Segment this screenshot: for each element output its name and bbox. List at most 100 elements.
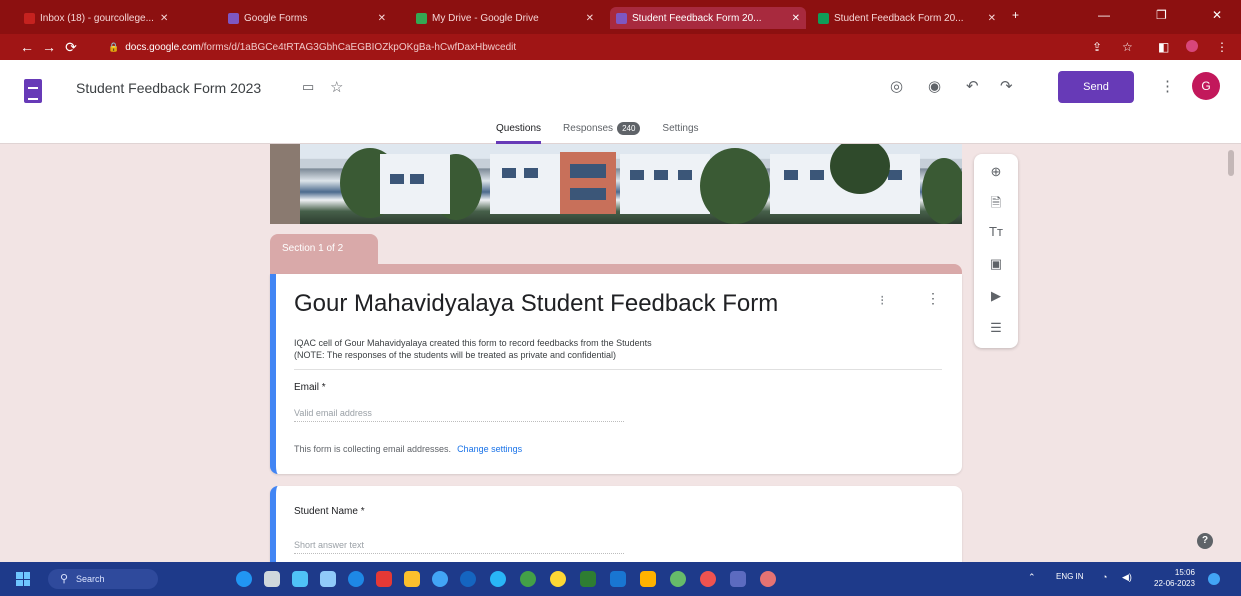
scrollbar-thumb[interactable]	[1228, 150, 1234, 176]
collecting-email-note: This form is collecting email addresses.…	[294, 444, 523, 454]
student-name-field[interactable]: Short answer text	[294, 540, 624, 554]
forward-arrow-icon[interactable]: →	[38, 39, 60, 55]
card-menu-icon[interactable]: ⋮	[926, 290, 940, 307]
close-icon[interactable]: ✕	[378, 13, 386, 24]
student-name-question-label: Student Name *	[294, 506, 365, 517]
drag-handle-icon[interactable]: ⁝	[880, 292, 884, 309]
send-button[interactable]: Send	[1058, 71, 1134, 103]
help-icon[interactable]: ?	[1197, 533, 1213, 549]
drive-icon	[416, 12, 427, 24]
back-arrow-icon[interactable]: ←	[16, 39, 38, 55]
file-explorer-icon[interactable]	[404, 571, 420, 587]
close-icon[interactable]: ✕	[988, 13, 996, 24]
widgets-icon[interactable]	[236, 571, 252, 587]
browser-tab-bar: Inbox (18) - gourcollege... ✕ Google For…	[0, 0, 1241, 34]
add-section-icon[interactable]: ☰	[974, 320, 1018, 336]
maximize-button[interactable]: ❐	[1156, 8, 1167, 22]
import-questions-icon[interactable]: 🗎	[974, 194, 1018, 216]
photos-icon[interactable]	[730, 571, 746, 587]
star-icon[interactable]: ☆	[330, 78, 343, 96]
bookmark-star-icon[interactable]: ☆	[1122, 40, 1133, 54]
question-card-student-name[interactable]: Student Name * Short answer text	[270, 486, 962, 562]
responses-count-badge: 240	[617, 122, 641, 135]
settings-app-icon[interactable]	[320, 571, 336, 587]
google-forms-logo-icon[interactable]	[24, 79, 42, 103]
close-icon[interactable]: ✕	[792, 13, 800, 24]
volume-icon[interactable]: ◀)	[1122, 572, 1132, 583]
new-tab-button[interactable]: +	[1012, 8, 1019, 22]
app-icon-2[interactable]	[760, 571, 776, 587]
browser-address-bar: ← → ⟳ 🔒 docs.google.com /forms/d/1aBGCe4…	[0, 34, 1241, 60]
email-field[interactable]: Valid email address	[294, 408, 624, 422]
folder-app-icon[interactable]	[640, 571, 656, 587]
form-title[interactable]: Gour Mahavidyalaya Student Feedback Form	[294, 290, 778, 318]
browser-tab-forms[interactable]: Google Forms ✕	[222, 7, 392, 29]
floating-toolbar: ⊕ 🗎 Tт ▣ ▶ ☰	[974, 154, 1018, 348]
email-question-label: Email *	[294, 382, 326, 393]
forms-icon	[616, 12, 627, 24]
search-icon: ⚲	[60, 573, 69, 585]
browser-icon[interactable]	[460, 571, 476, 587]
url-input[interactable]: 🔒 docs.google.com /forms/d/1aBGCe4tRTAG3…	[108, 38, 808, 56]
windows-taskbar: ⚲ Search ⌃ ENG IN ◔ ◀) 15:06 22-06-2023	[0, 562, 1241, 596]
browser-menu-icon[interactable]: ⋮	[1216, 40, 1228, 54]
redo-icon[interactable]: ↷	[1000, 77, 1013, 95]
sheets-icon	[818, 12, 829, 24]
taskbar-search-input[interactable]: ⚲ Search	[48, 569, 158, 589]
tab-questions[interactable]: Questions	[496, 120, 542, 144]
reload-icon[interactable]: ⟳	[60, 39, 82, 56]
close-icon[interactable]: ✕	[586, 13, 594, 24]
chrome-icon[interactable]	[550, 571, 566, 587]
section-color-bar	[270, 264, 962, 274]
excel-icon[interactable]	[580, 571, 596, 587]
taskbar-clock[interactable]: 15:06 22-06-2023	[1154, 567, 1195, 589]
gmail-icon	[24, 12, 35, 24]
add-video-icon[interactable]: ▶	[974, 288, 1018, 304]
sidebar-icon[interactable]: ◧	[1158, 40, 1169, 54]
teams-icon[interactable]	[292, 571, 308, 587]
undo-icon[interactable]: ↶	[966, 77, 979, 95]
customize-theme-icon[interactable]: ◎	[890, 77, 903, 95]
add-question-icon[interactable]: ⊕	[974, 164, 1018, 180]
whatsapp-icon[interactable]	[520, 571, 536, 587]
section-indicator: Section 1 of 2	[270, 234, 378, 264]
avatar[interactable]: G	[1192, 72, 1220, 100]
store-icon[interactable]	[432, 571, 448, 587]
notifications-icon[interactable]	[1208, 573, 1220, 585]
more-options-icon[interactable]: ⋮	[1160, 77, 1175, 95]
change-settings-link[interactable]: Change settings	[457, 444, 522, 454]
media-icon[interactable]	[700, 571, 716, 587]
share-icon[interactable]: ⇪	[1092, 40, 1102, 54]
header-banner-image	[270, 144, 962, 224]
tab-settings[interactable]: Settings	[662, 120, 698, 144]
paint-icon[interactable]	[670, 571, 686, 587]
forms-header: Student Feedback Form 2023 ▭ ☆ ◎ ◉ ↶ ↷ S…	[0, 60, 1241, 144]
close-window-button[interactable]: ✕	[1212, 8, 1222, 22]
add-title-icon[interactable]: Tт	[974, 224, 1018, 239]
forms-icon	[228, 12, 239, 24]
form-description[interactable]: IQAC cell of Gour Mahavidyalaya created …	[294, 337, 934, 361]
folder-icon[interactable]: ▭	[302, 79, 314, 95]
wifi-icon[interactable]: ◔	[1102, 572, 1107, 582]
office-icon[interactable]	[376, 571, 392, 587]
form-document-title[interactable]: Student Feedback Form 2023	[76, 80, 261, 96]
edge-icon[interactable]	[348, 571, 364, 587]
tray-chevron-icon[interactable]: ⌃	[1028, 572, 1036, 583]
close-icon[interactable]: ✕	[160, 13, 168, 24]
form-title-card[interactable]: Gour Mahavidyalaya Student Feedback Form…	[270, 274, 962, 474]
preview-eye-icon[interactable]: ◉	[928, 77, 941, 95]
browser-tab-feedback-sheet[interactable]: Student Feedback Form 20... ✕	[812, 7, 1002, 29]
language-indicator[interactable]: ENG IN	[1056, 572, 1084, 581]
tab-responses[interactable]: Responses 240	[563, 120, 641, 144]
minimize-button[interactable]: —	[1098, 8, 1110, 22]
browser-tab-drive[interactable]: My Drive - Google Drive ✕	[410, 7, 600, 29]
browser-tab-feedback-active[interactable]: Student Feedback Form 20... ✕	[610, 7, 806, 29]
app-icon[interactable]	[490, 571, 506, 587]
divider	[294, 369, 942, 370]
task-view-icon[interactable]	[264, 571, 280, 587]
add-image-icon[interactable]: ▣	[974, 256, 1018, 272]
word-icon[interactable]	[610, 571, 626, 587]
windows-start-icon[interactable]	[16, 572, 30, 586]
profile-icon[interactable]	[1186, 40, 1198, 52]
browser-tab-inbox[interactable]: Inbox (18) - gourcollege... ✕	[18, 7, 198, 29]
